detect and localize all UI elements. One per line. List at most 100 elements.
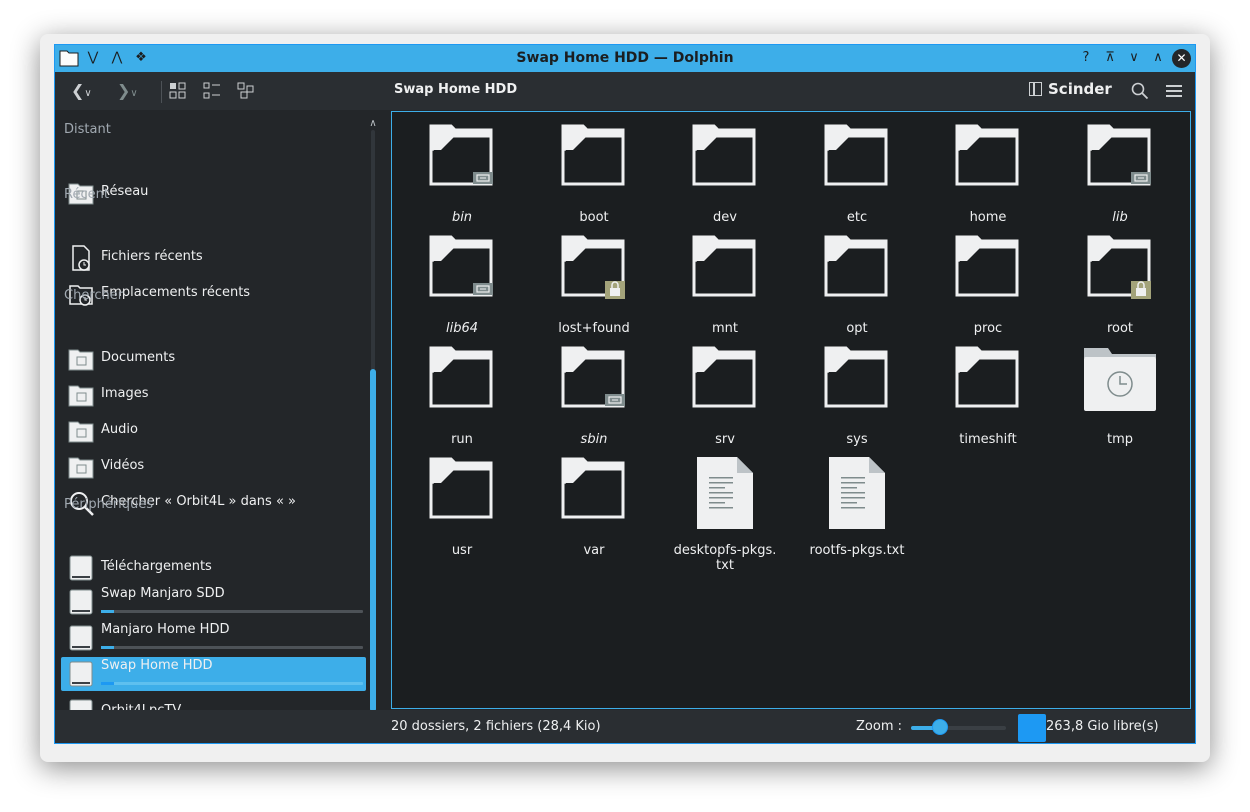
compact-view-icon[interactable] [203, 82, 221, 100]
place-item[interactable]: Documents [61, 342, 366, 376]
free-space-label: 263,8 Gio libre(s) [1046, 719, 1159, 734]
dolphin-window: ⋁ ⋀ ❖ Swap Home HDD — Dolphin ? ⊼ ∨ ∧ ✕ … [54, 44, 1196, 744]
file-view[interactable]: bin boot dev etc home lib lib64 lost+found mnt op… [391, 111, 1191, 709]
folder-icon [561, 457, 625, 519]
folder-item[interactable]: timeshift [933, 340, 1043, 460]
disk-usage-bar [101, 646, 363, 649]
disk-usage-fill [101, 682, 115, 685]
item-name: usr [451, 543, 473, 558]
back-icon[interactable]: ❮∨ [71, 80, 92, 105]
place-label: Fichiers récents [101, 249, 203, 264]
toolbar: ❮∨ ❯∨ Swap Home HDD Scinder [55, 72, 1195, 110]
maximize-icon[interactable]: ∧ [1149, 49, 1167, 67]
folder-item[interactable]: etc [802, 118, 912, 238]
free-space-indicator [1018, 714, 1046, 742]
title-bar[interactable]: ⋁ ⋀ ❖ Swap Home HDD — Dolphin ? ⊼ ∨ ∧ ✕ [55, 45, 1195, 72]
item-name: bin [451, 210, 473, 225]
close-icon[interactable]: ✕ [1172, 49, 1191, 68]
place-item[interactable]: Fichiers récents [61, 241, 366, 275]
folder-item[interactable]: home [933, 118, 1043, 238]
folder-item[interactable]: srv [670, 340, 780, 460]
scroll-thumb[interactable] [370, 369, 376, 712]
folder-icon [561, 124, 625, 186]
item-name: etc [846, 210, 868, 225]
disk-usage-bar [101, 610, 363, 613]
place-item[interactable]: Swap Manjaro SDD [61, 585, 366, 619]
item-name: mnt [712, 321, 738, 336]
folder-icon [429, 124, 493, 186]
scroll-up-icon[interactable]: ∧ [367, 118, 379, 130]
folder-icon [824, 124, 888, 186]
folder-item[interactable]: boot [539, 118, 649, 238]
split-label: Scinder [1048, 80, 1112, 98]
item-name: sys [846, 432, 868, 447]
place-item[interactable]: Téléchargements [61, 551, 366, 585]
folder-item[interactable]: root [1065, 229, 1175, 349]
file-item[interactable]: desktopfs-pkgs. txt [670, 451, 780, 573]
details-view-icon[interactable] [237, 82, 255, 100]
places-scrollbar[interactable]: ∧ ∧ [367, 114, 379, 723]
drive-icon [69, 625, 93, 651]
places-group-title: Distant [64, 122, 111, 137]
keep-above-icon[interactable]: ⊼ [1101, 49, 1119, 67]
folder-item[interactable]: dev [670, 118, 780, 238]
hamburger-menu-icon[interactable] [1165, 83, 1183, 99]
item-name: var [583, 543, 605, 558]
folder-item[interactable]: tmp [1065, 340, 1175, 460]
place-item[interactable]: Images [61, 378, 366, 412]
recent-files-icon [72, 245, 90, 271]
file-item[interactable]: rootfs-pkgs.txt [802, 451, 912, 571]
folder-item[interactable]: sys [802, 340, 912, 460]
place-label: Emplacements récents [101, 285, 251, 300]
disk-usage-fill [101, 646, 115, 649]
folder-icon [429, 457, 493, 519]
item-name: proc [973, 321, 1003, 336]
folder-item[interactable]: opt [802, 229, 912, 349]
place-label: Vidéos [101, 458, 145, 473]
item-name: root [1106, 321, 1134, 336]
zoom-slider[interactable] [911, 726, 1006, 730]
folder-icon [561, 346, 625, 408]
location-breadcrumb[interactable]: Swap Home HDD [394, 82, 517, 97]
place-item[interactable]: Vidéos [61, 450, 366, 484]
item-name: srv [715, 432, 735, 447]
search-icon[interactable] [1131, 82, 1149, 100]
place-label: Téléchargements [101, 559, 212, 574]
split-button[interactable]: Scinder [1029, 80, 1112, 98]
zoom-label: Zoom : [856, 719, 902, 734]
folder-item[interactable]: usr [407, 451, 517, 571]
minimize-icon[interactable]: ∨ [1125, 49, 1143, 67]
item-name: lib64 [445, 321, 479, 336]
folder-item[interactable]: lib [1065, 118, 1175, 238]
zoom-handle[interactable] [931, 719, 948, 735]
videos-folder-icon [68, 457, 94, 479]
disk-usage-fill [101, 610, 115, 613]
forward-icon[interactable]: ❯∨ [117, 80, 138, 105]
status-summary: 20 dossiers, 2 fichiers (28,4 Kio) [391, 719, 601, 734]
folder-item[interactable]: lost+found [539, 229, 649, 349]
folder-item[interactable]: lib64 [407, 229, 517, 349]
folder-icon [692, 235, 756, 297]
folder-icon [692, 346, 756, 408]
place-item[interactable]: Audio [61, 414, 366, 448]
folder-item[interactable]: bin [407, 118, 517, 238]
help-icon[interactable]: ? [1077, 49, 1095, 67]
toolbar-separator [161, 81, 162, 103]
folder-item[interactable]: var [539, 451, 649, 571]
place-item[interactable]: Swap Home HDD [61, 657, 366, 691]
folder-item[interactable]: sbin [539, 340, 649, 460]
audio-folder-icon [68, 421, 94, 443]
folder-item[interactable]: proc [933, 229, 1043, 349]
icons-view-icon[interactable] [169, 82, 187, 100]
item-name: tmp [1106, 432, 1133, 447]
folder-item[interactable]: mnt [670, 229, 780, 349]
place-label: Swap Home HDD [101, 658, 213, 673]
places-group-title: Récent [64, 187, 109, 202]
item-name: home [969, 210, 1007, 225]
place-item[interactable]: Manjaro Home HDD [61, 621, 366, 655]
item-name: timeshift [959, 432, 1017, 447]
item-name: boot [579, 210, 609, 225]
folder-item[interactable]: run [407, 340, 517, 460]
status-bar: 20 dossiers, 2 fichiers (28,4 Kio) Zoom … [55, 710, 1195, 743]
item-name: run [451, 432, 473, 447]
